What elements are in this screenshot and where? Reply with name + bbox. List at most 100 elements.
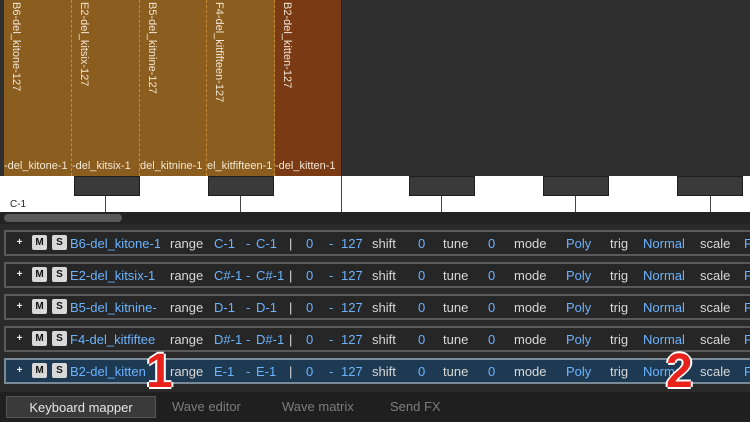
mode-value[interactable]: Poly: [566, 268, 591, 283]
velocity-high-value[interactable]: 127: [341, 268, 363, 283]
bottom-tab-bar: Keyboard mapper Wave editor Wave matrix …: [0, 392, 750, 422]
zone-bottom-label: -del_kitten-1: [275, 160, 336, 172]
velocity-high-value[interactable]: 127: [341, 332, 363, 347]
tune-value[interactable]: 0: [488, 268, 495, 283]
trig-value[interactable]: Normal: [643, 236, 685, 251]
mute-button[interactable]: M: [32, 331, 47, 346]
zone-kitten[interactable]: B2-del_kitten-127 -del_kitten-1: [275, 0, 342, 176]
range-label: range: [170, 300, 204, 315]
mute-button[interactable]: M: [32, 299, 47, 314]
zone-kitnine[interactable]: B5-del_kitnine-127 del_kitnine-1: [140, 0, 207, 176]
mode-label: mode: [514, 236, 547, 251]
range-to-value[interactable]: C#-1: [256, 268, 284, 283]
range-from-value[interactable]: E-1: [214, 364, 234, 379]
scale-value[interactable]: F: [744, 236, 750, 251]
black-key[interactable]: [208, 176, 274, 196]
sample-name[interactable]: E2-del_kitsix-1: [70, 268, 160, 283]
solo-button[interactable]: S: [52, 363, 67, 378]
tab-send-fx[interactable]: Send FX: [390, 396, 441, 418]
black-key[interactable]: [543, 176, 609, 196]
mode-label: mode: [514, 268, 547, 283]
range-from-value[interactable]: C#-1: [214, 268, 242, 283]
velocity-dash: -: [329, 364, 334, 379]
expand-icon[interactable]: +: [12, 235, 27, 250]
scale-value[interactable]: F: [744, 300, 750, 315]
velocity-dash: -: [329, 332, 334, 347]
velocity-low-value[interactable]: 0: [306, 332, 313, 347]
velocity-high-value[interactable]: 127: [341, 364, 363, 379]
expand-icon[interactable]: +: [12, 267, 27, 282]
tune-value[interactable]: 0: [488, 236, 495, 251]
sample-row[interactable]: + M S B2-del_kitten range E-1- E-1 | 0-127 shift 0…: [4, 358, 750, 384]
zone-kitfifteen[interactable]: F4-del_kitfifteen-127 el_kitfifteen-1: [207, 0, 275, 176]
tune-value[interactable]: 0: [488, 300, 495, 315]
trig-label: trig: [610, 236, 629, 251]
mute-button[interactable]: M: [32, 235, 47, 250]
mode-value[interactable]: Poly: [566, 300, 591, 315]
velocity-dash: -: [329, 300, 334, 315]
expand-icon[interactable]: +: [12, 363, 27, 378]
expand-icon[interactable]: +: [12, 331, 27, 346]
keyboard-mapper-area[interactable]: B6-del_kitone-127 -del_kitone-1 E2-del_k…: [0, 0, 750, 212]
separator: |: [289, 364, 293, 379]
range-to-value[interactable]: E-1: [256, 364, 276, 379]
sample-row[interactable]: + M S B6-del_kitone-1 range C-1- C-1 | 0-127 shif…: [4, 230, 750, 256]
shift-value[interactable]: 0: [418, 268, 425, 283]
velocity-low-value[interactable]: 0: [306, 364, 313, 379]
solo-button[interactable]: S: [52, 331, 67, 346]
zone-kitone[interactable]: B6-del_kitone-127 -del_kitone-1: [4, 0, 72, 176]
sample-row[interactable]: + M S B5-del_kitnine-range D-1- D-1 | 0-127 shif…: [4, 294, 750, 320]
piano-keyboard[interactable]: C-1: [0, 176, 750, 212]
expand-icon[interactable]: +: [12, 299, 27, 314]
range-to-value[interactable]: D#-1: [256, 332, 284, 347]
tune-label: tune: [443, 364, 469, 379]
mode-value[interactable]: Poly: [566, 364, 591, 379]
horizontal-scrollbar-thumb[interactable]: [4, 214, 122, 222]
black-key[interactable]: [409, 176, 475, 196]
scale-value[interactable]: F: [744, 364, 750, 379]
tune-value[interactable]: 0: [488, 332, 495, 347]
trig-value[interactable]: Normal: [643, 300, 685, 315]
mode-value[interactable]: Poly: [566, 236, 591, 251]
solo-button[interactable]: S: [52, 267, 67, 282]
velocity-low-value[interactable]: 0: [306, 300, 313, 315]
range-to-value[interactable]: C-1: [256, 236, 277, 251]
shift-value[interactable]: 0: [418, 300, 425, 315]
sample-name[interactable]: B5-del_kitnine-: [70, 300, 160, 315]
octave-label: C-1: [10, 199, 27, 210]
shift-value[interactable]: 0: [418, 236, 425, 251]
solo-button[interactable]: S: [52, 299, 67, 314]
sample-row[interactable]: + M S F4-del_kitfiftee range D#-1- D#-1 | 0-127 s…: [4, 326, 750, 352]
sample-name[interactable]: B6-del_kitone-1: [70, 236, 160, 251]
range-from-value[interactable]: D#-1: [214, 332, 242, 347]
shift-value[interactable]: 0: [418, 332, 425, 347]
tab-wave-matrix[interactable]: Wave matrix: [282, 396, 354, 418]
velocity-low-value[interactable]: 0: [306, 268, 313, 283]
tab-keyboard-mapper[interactable]: Keyboard mapper: [6, 396, 156, 418]
range-from-value[interactable]: C-1: [214, 236, 235, 251]
shift-value[interactable]: 0: [418, 364, 425, 379]
range-label: range: [170, 332, 204, 347]
annotation-number-1: 1: [146, 345, 173, 398]
mute-button[interactable]: M: [32, 363, 47, 378]
velocity-low-value[interactable]: 0: [306, 236, 313, 251]
black-key[interactable]: [74, 176, 140, 196]
tune-value[interactable]: 0: [488, 364, 495, 379]
scale-value[interactable]: F: [744, 332, 750, 347]
scale-label: scale: [700, 268, 731, 283]
sample-row[interactable]: + M S E2-del_kitsix-1 range C#-1- C#-1 | 0-127 sh…: [4, 262, 750, 288]
black-key[interactable]: [677, 176, 743, 196]
trig-value[interactable]: Normal: [643, 268, 685, 283]
range-to-value[interactable]: D-1: [256, 300, 277, 315]
mode-value[interactable]: Poly: [566, 332, 591, 347]
shift-label: shift: [372, 236, 396, 251]
range-from-value[interactable]: D-1: [214, 300, 235, 315]
tab-wave-editor[interactable]: Wave editor: [172, 396, 241, 418]
scale-value[interactable]: F: [744, 268, 750, 283]
velocity-high-value[interactable]: 127: [341, 236, 363, 251]
velocity-dash: -: [329, 236, 334, 251]
zone-kitsix[interactable]: E2-del_kitsix-127 -del_kitsix-1: [72, 0, 140, 176]
solo-button[interactable]: S: [52, 235, 67, 250]
mute-button[interactable]: M: [32, 267, 47, 282]
velocity-high-value[interactable]: 127: [341, 300, 363, 315]
